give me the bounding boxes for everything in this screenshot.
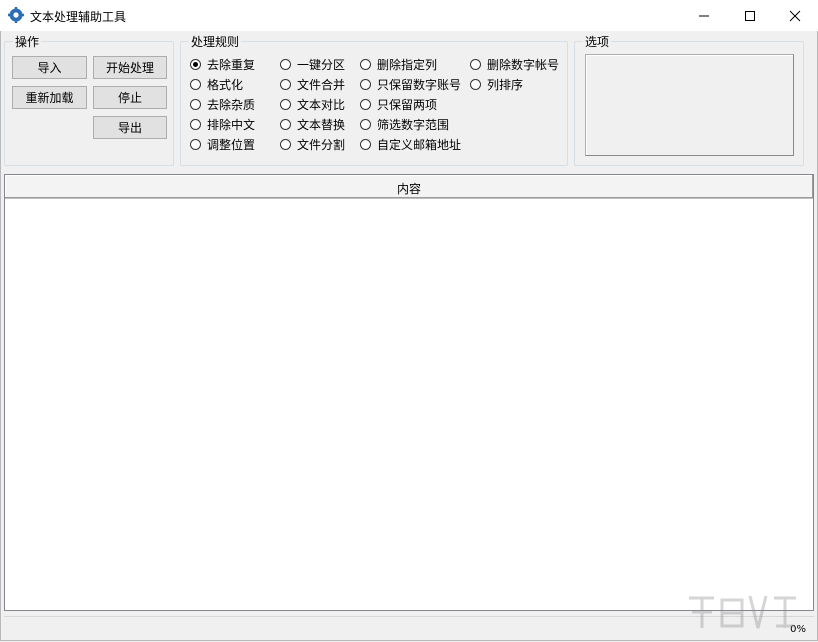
reload-button[interactable]: 重新加载 <box>12 86 87 109</box>
export-button[interactable]: 导出 <box>93 116 167 139</box>
options-group-title: 选项 <box>583 33 612 50</box>
watermark-logo-icon <box>689 595 796 629</box>
column-header-content[interactable]: 内容 <box>5 175 813 199</box>
radio-icon <box>280 78 291 90</box>
rule-label: 去除重复 <box>207 57 256 72</box>
maximize-icon <box>745 11 755 21</box>
rule-label: 文件分割 <box>297 137 346 152</box>
radio-icon <box>190 98 201 110</box>
close-button[interactable] <box>772 0 818 31</box>
rule-label: 删除数字帐号 <box>487 57 560 72</box>
rule-label: 调整位置 <box>207 137 256 152</box>
radio-icon <box>360 118 371 130</box>
radio-icon <box>280 98 291 110</box>
rule-radio[interactable]: 格式化 <box>190 76 243 92</box>
start-process-button[interactable]: 开始处理 <box>93 56 167 79</box>
rule-radio[interactable]: 调整位置 <box>190 136 255 152</box>
rule-radio[interactable]: 一键分区 <box>280 56 345 72</box>
rule-radio[interactable]: 只保留数字账号 <box>360 76 461 92</box>
window-title: 文本处理辅助工具 <box>30 10 127 24</box>
rule-label: 只保留数字账号 <box>377 77 462 92</box>
rule-label: 筛选数字范围 <box>377 117 450 132</box>
radio-icon <box>360 138 371 150</box>
radio-icon <box>470 58 481 70</box>
rules-group-title: 处理规则 <box>189 33 242 50</box>
radio-icon <box>470 78 481 90</box>
rule-label: 只保留两项 <box>377 97 438 112</box>
gear-icon <box>8 7 24 23</box>
radio-icon <box>280 138 291 150</box>
column-header-label: 内容 <box>396 182 421 196</box>
rule-radio[interactable]: 只保留两项 <box>360 96 437 112</box>
stop-button[interactable]: 停止 <box>93 86 167 109</box>
operations-group-title: 操作 <box>13 33 42 50</box>
import-button[interactable]: 导入 <box>12 56 87 79</box>
radio-selected-icon <box>190 58 201 70</box>
rule-label: 删除指定列 <box>377 57 438 72</box>
radio-icon <box>190 118 201 130</box>
content-list[interactable]: 内容 <box>4 174 814 611</box>
radio-icon <box>190 78 201 90</box>
rule-radio[interactable]: 筛选数字范围 <box>360 116 449 132</box>
rule-label: 列排序 <box>487 77 524 92</box>
radio-icon <box>360 58 371 70</box>
rule-radio[interactable]: 文件分割 <box>280 136 345 152</box>
maximize-button[interactable] <box>727 0 773 31</box>
options-panel[interactable] <box>585 54 794 156</box>
rule-radio[interactable]: 文件合并 <box>280 76 345 92</box>
rule-label: 文本对比 <box>297 97 346 112</box>
close-icon <box>789 10 801 22</box>
rule-label: 文件合并 <box>297 77 346 92</box>
radio-icon <box>360 78 371 90</box>
rule-radio[interactable]: 文本对比 <box>280 96 345 112</box>
minimize-button[interactable] <box>681 0 727 31</box>
rule-label: 文本替换 <box>297 117 346 132</box>
rule-label: 自定义邮箱地址 <box>377 137 462 152</box>
rule-radio[interactable]: 删除数字帐号 <box>470 56 559 72</box>
rule-label: 一键分区 <box>297 57 346 72</box>
radio-icon <box>190 138 201 150</box>
rule-radio[interactable]: 文本替换 <box>280 116 345 132</box>
rule-radio[interactable]: 去除重复 <box>190 56 255 72</box>
rule-label: 格式化 <box>207 77 244 92</box>
rule-label: 去除杂质 <box>207 97 256 112</box>
rule-radio[interactable]: 删除指定列 <box>360 56 437 72</box>
rule-label: 排除中文 <box>207 117 256 132</box>
rule-radio[interactable]: 去除杂质 <box>190 96 255 112</box>
minimize-icon <box>699 15 709 17</box>
rule-radio[interactable]: 排除中文 <box>190 116 255 132</box>
radio-icon <box>280 58 291 70</box>
radio-icon <box>360 98 371 110</box>
radio-icon <box>280 118 291 130</box>
title-bar: 文本处理辅助工具 <box>0 0 818 31</box>
rule-radio[interactable]: 自定义邮箱地址 <box>360 136 461 152</box>
rule-radio[interactable]: 列排序 <box>470 76 523 92</box>
